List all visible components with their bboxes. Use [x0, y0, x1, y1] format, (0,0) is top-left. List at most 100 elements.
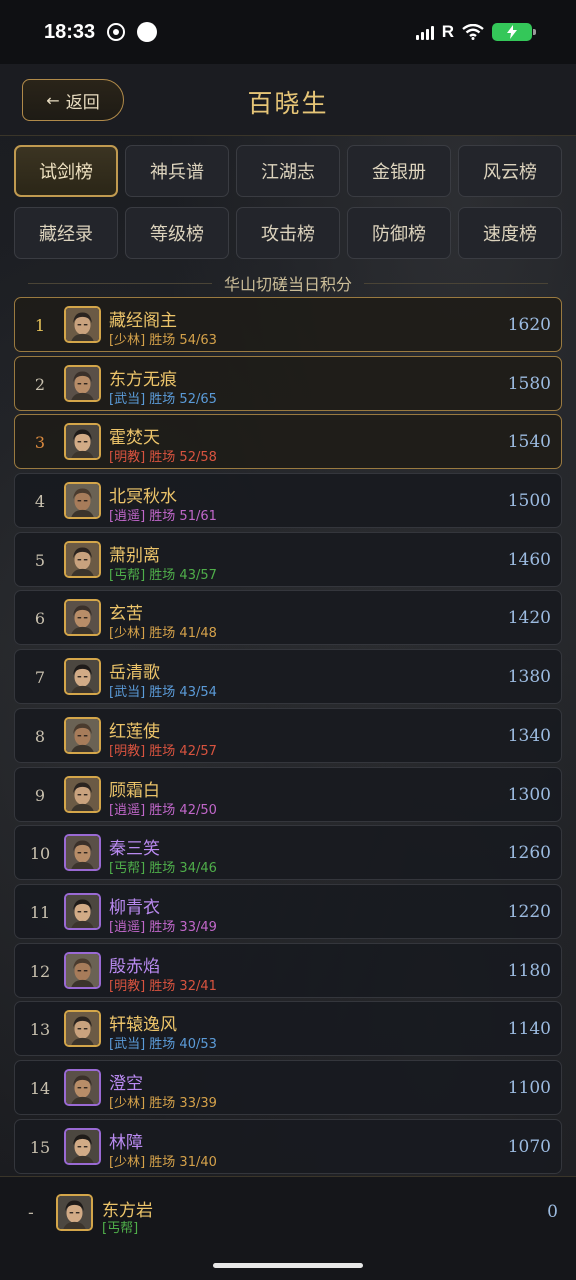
- player-avatar[interactable]: [64, 540, 101, 578]
- tab-3[interactable]: 江湖志: [236, 145, 340, 197]
- player-record: [武当] 胜场 40/53: [109, 1033, 217, 1052]
- player-name: 玄苦: [109, 604, 143, 625]
- player-avatar[interactable]: [64, 482, 101, 520]
- player-avatar[interactable]: [64, 1127, 101, 1165]
- tab-5[interactable]: 风云榜: [458, 145, 562, 197]
- tab-10[interactable]: 速度榜: [458, 207, 562, 259]
- player-avatar[interactable]: [64, 423, 101, 461]
- ranking-row[interactable]: 6 玄苦 [少林] 胜场 41/48 1420: [14, 590, 562, 646]
- player-score: 1260: [507, 843, 551, 864]
- player-faction: [明教]: [109, 743, 146, 759]
- rank-number: 4: [34, 492, 46, 512]
- wifi-icon: [462, 24, 484, 40]
- player-faction: [丐帮]: [109, 861, 146, 877]
- rank-number: 5: [34, 550, 46, 570]
- player-record: [武当] 胜场 52/65: [109, 388, 217, 407]
- player-name: 藏经阁主: [109, 311, 177, 331]
- player-faction: [丐帮]: [109, 567, 146, 583]
- player-name: 秦三笑: [109, 839, 160, 860]
- tab-2[interactable]: 神兵谱: [125, 145, 229, 197]
- ranking-row[interactable]: 13 轩辕逸风 [武当] 胜场 40/53 1140: [14, 1001, 562, 1057]
- player-faction: [武当]: [109, 1037, 146, 1053]
- player-name: 澄空: [109, 1073, 143, 1094]
- player-wins: 胜场 32/41: [145, 978, 217, 994]
- player-avatar[interactable]: [64, 364, 101, 402]
- player-avatar[interactable]: [64, 892, 101, 930]
- rank-number: 11: [29, 902, 51, 922]
- player-wins: 胜场 51/61: [145, 509, 217, 525]
- player-avatar[interactable]: [64, 1010, 101, 1048]
- ranking-row[interactable]: 9 顾霜白 [逍遥] 胜场 42/50 1300: [14, 766, 562, 822]
- rank-number: 8: [34, 726, 46, 746]
- home-indicator[interactable]: [213, 1263, 363, 1268]
- ranking-row[interactable]: 5 萧别离 [丐帮] 胜场 43/57 1460: [14, 531, 562, 587]
- player-record: [逍遥] 胜场 51/61: [109, 505, 217, 524]
- ranking-row[interactable]: 11 柳青衣 [逍遥] 胜场 33/49 1220: [14, 883, 562, 939]
- player-wins: 胜场 31/40: [145, 1154, 217, 1170]
- player-wins: 胜场 43/54: [145, 685, 217, 701]
- player-avatar[interactable]: [64, 306, 101, 343]
- ranking-row[interactable]: 4 北冥秋水 [逍遥] 胜场 51/61 1500: [14, 473, 562, 529]
- player-name: 柳青衣: [109, 897, 160, 918]
- player-record: [丐帮] 胜场 34/46: [109, 857, 217, 876]
- player-record: [少林] 胜场 31/40: [109, 1151, 217, 1170]
- tab-9[interactable]: 防御榜: [347, 207, 451, 259]
- player-name: 顾霜白: [109, 780, 160, 801]
- status-right: R: [415, 22, 536, 42]
- ranking-row[interactable]: 7 岳清歌 [武当] 胜场 43/54 1380: [14, 649, 562, 705]
- player-avatar[interactable]: [64, 951, 101, 989]
- my-rank: -: [28, 1203, 34, 1222]
- player-record: [丐帮] 胜场 43/57: [109, 564, 217, 583]
- my-faction: [丐帮]: [102, 1221, 139, 1236]
- player-score: 1070: [507, 1136, 551, 1157]
- ranking-row[interactable]: 8 红莲使 [明教] 胜场 42/57 1340: [14, 707, 562, 763]
- tab-7[interactable]: 等级榜: [125, 207, 229, 259]
- player-avatar[interactable]: [64, 716, 101, 754]
- rank-number: 13: [29, 1020, 51, 1040]
- ranking-row[interactable]: 10 秦三笑 [丐帮] 胜场 34/46 1260: [14, 825, 562, 881]
- player-faction: [逍遥]: [109, 919, 146, 935]
- ranking-row[interactable]: 12 殷赤焰 [明教] 胜场 32/41 1180: [14, 942, 562, 998]
- ranking-row[interactable]: 2 东方无痕 [武当] 胜场 52/65 1580: [14, 355, 562, 411]
- player-record: [逍遥] 胜场 42/50: [109, 799, 217, 818]
- player-wins: 胜场 42/57: [145, 743, 217, 759]
- tab-1[interactable]: 试剑榜: [14, 145, 118, 197]
- divider-left: [28, 282, 212, 284]
- ranking-row[interactable]: 1 藏经阁主 [少林] 胜场 54/63 1620: [14, 297, 562, 352]
- tab-6[interactable]: 藏经录: [14, 207, 118, 259]
- rank-number: 14: [29, 1078, 51, 1098]
- cellular-signal-icon: [415, 24, 434, 40]
- rank-number: 10: [29, 844, 51, 864]
- page-title: 百晓生: [247, 89, 329, 118]
- player-score: 1100: [507, 1077, 551, 1098]
- player-record: [明教] 胜场 32/41: [109, 975, 217, 994]
- player-score: 1340: [507, 725, 551, 746]
- player-avatar[interactable]: [64, 1068, 101, 1106]
- player-score: 1140: [507, 1019, 551, 1040]
- rank-number: 1: [34, 316, 46, 335]
- player-avatar[interactable]: [64, 658, 101, 696]
- player-score: 1500: [507, 491, 551, 512]
- rank-number: 9: [34, 785, 46, 805]
- ranking-row[interactable]: 14 澄空 [少林] 胜场 33/39 1100: [14, 1059, 562, 1115]
- player-avatar[interactable]: [64, 599, 101, 637]
- tab-4[interactable]: 金银册: [347, 145, 451, 197]
- player-faction: [少林]: [109, 626, 146, 642]
- ranking-row[interactable]: 15 林障 [少林] 胜场 31/40 1070: [14, 1118, 562, 1174]
- ranking-row[interactable]: 3 霍焚天 [明教] 胜场 52/58 1540: [14, 414, 562, 470]
- my-avatar[interactable]: [56, 1194, 93, 1231]
- player-name: 霍焚天: [109, 428, 160, 449]
- player-score: 1580: [507, 373, 551, 394]
- divider-right: [364, 282, 549, 284]
- tab-8[interactable]: 攻击榜: [236, 207, 340, 259]
- player-score: 1300: [507, 784, 551, 805]
- player-score: 1540: [507, 432, 551, 453]
- player-avatar[interactable]: [64, 775, 101, 813]
- player-avatar[interactable]: [64, 834, 101, 872]
- player-wins: 胜场 54/63: [145, 333, 217, 348]
- my-ranking-bar: - 东方岩 [丐帮] 0: [0, 1176, 576, 1280]
- player-name: 红莲使: [109, 721, 160, 742]
- player-wins: 胜场 33/39: [145, 1095, 217, 1111]
- battery-charging-icon: [492, 23, 536, 41]
- player-wins: 胜场 41/48: [145, 626, 217, 642]
